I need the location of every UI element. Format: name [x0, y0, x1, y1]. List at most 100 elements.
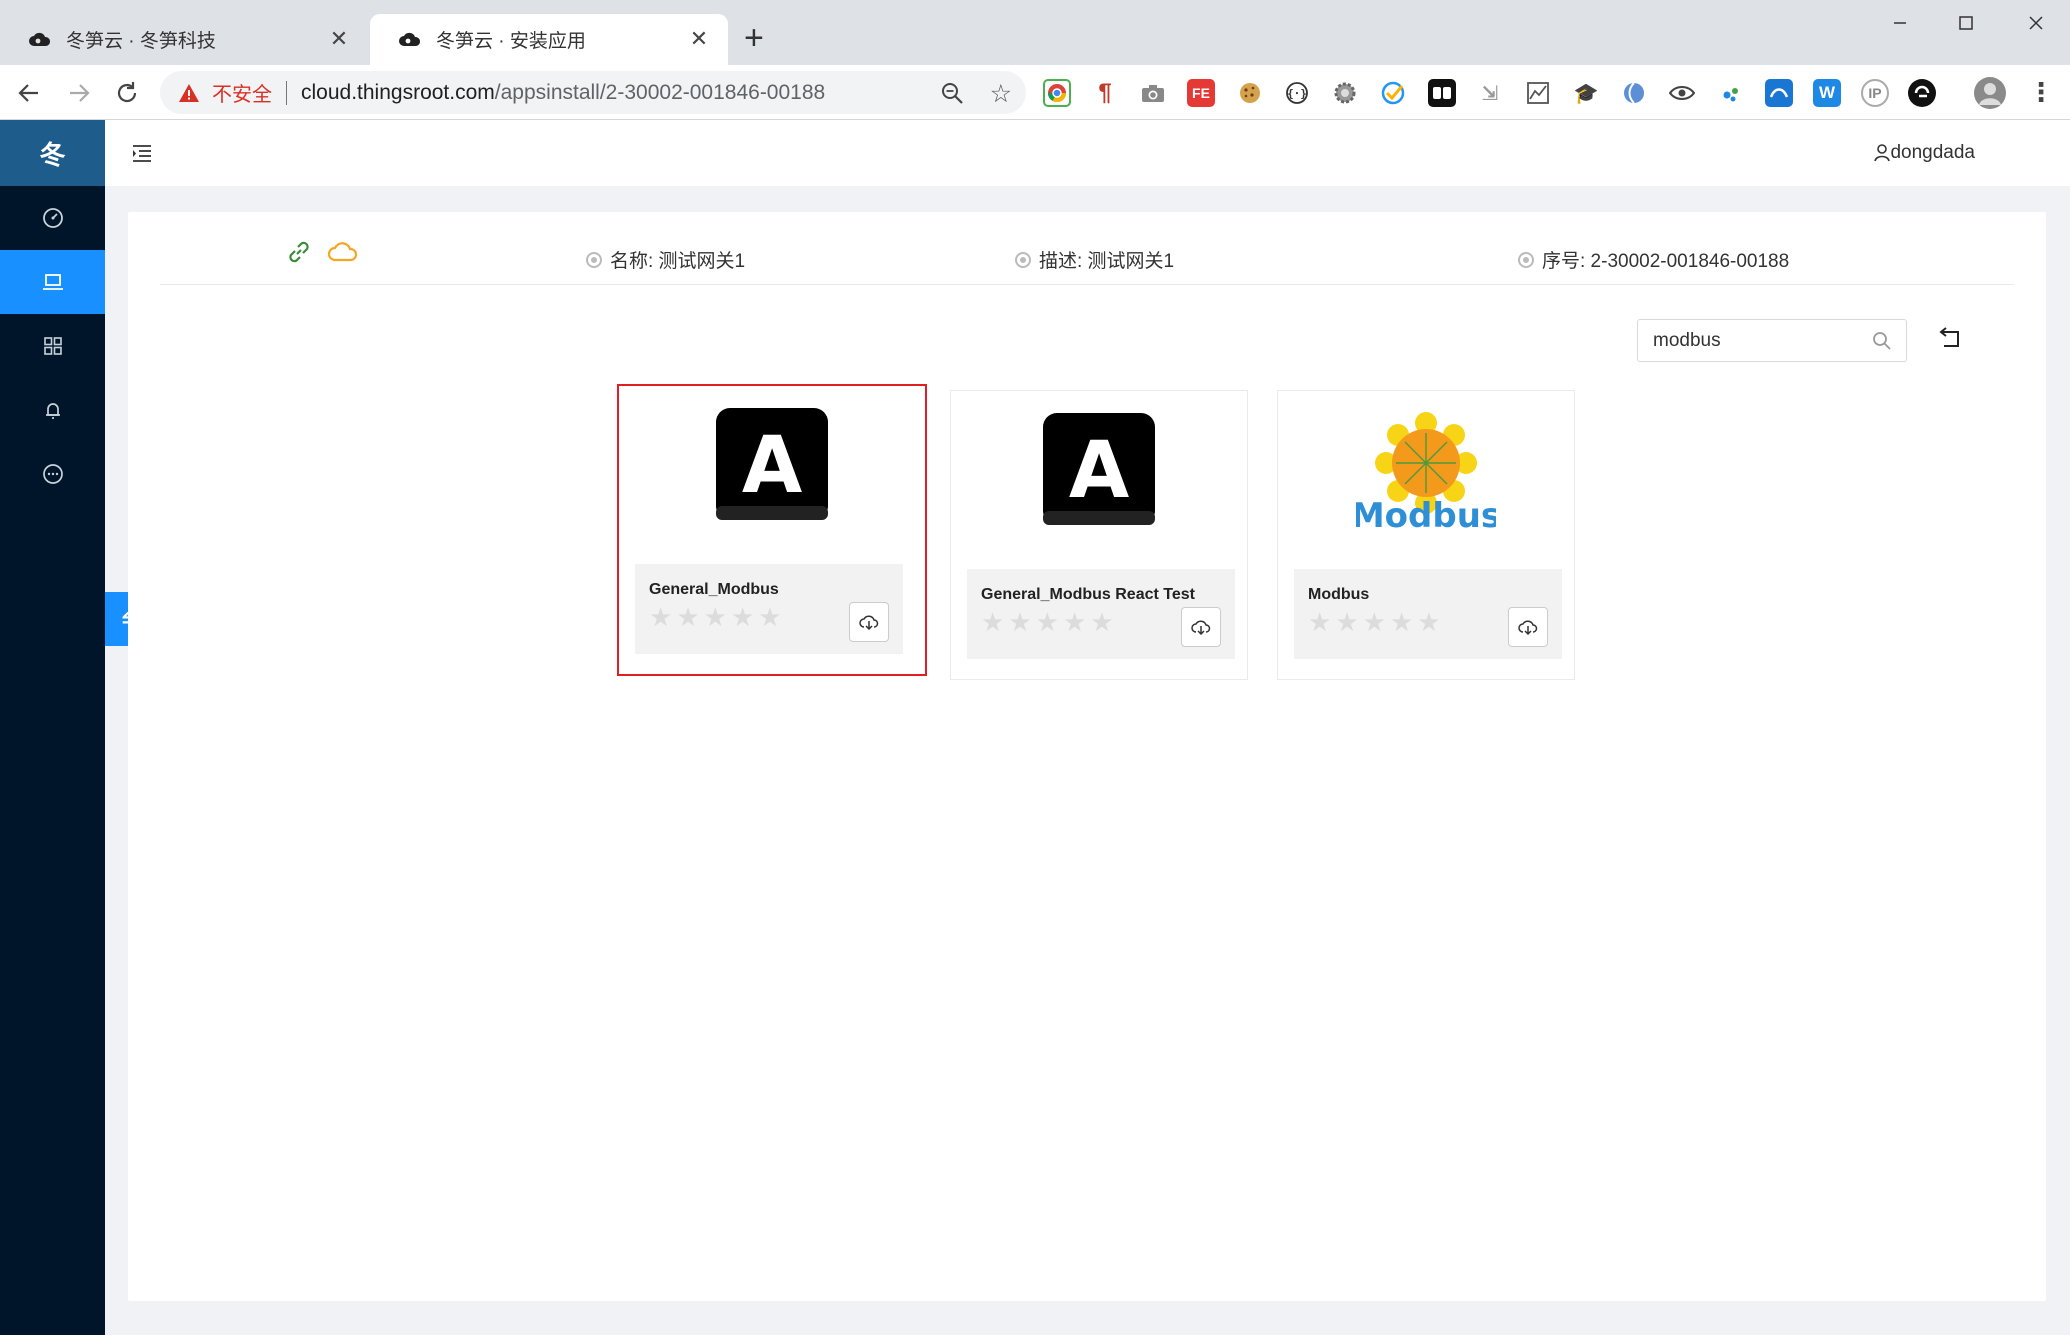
username: dongdada — [1890, 142, 1975, 163]
search-input[interactable] — [1653, 329, 1853, 352]
sidebar-item-messages[interactable] — [0, 442, 105, 506]
app-root: 冬 ⇋ dongdada — [0, 120, 2070, 1335]
cloud-favicon-icon — [29, 32, 51, 46]
back-rollback-icon[interactable] — [1936, 324, 1966, 354]
gateway-name: 名称: 测试网关1 — [586, 246, 745, 273]
svg-text:{·}: {·} — [1287, 87, 1307, 100]
menu-fold-icon[interactable] — [131, 142, 153, 164]
extension-eye-icon[interactable] — [1668, 79, 1696, 107]
gateway-info-bar: 名称: 测试网关1 描述: 测试网关1 序号: 2-30002-001846-0… — [160, 212, 2014, 285]
tab-close-icon[interactable]: ✕ — [326, 26, 352, 52]
bookmark-star-icon[interactable]: ☆ — [990, 79, 1012, 109]
extension-circle-icon[interactable] — [1908, 79, 1936, 107]
app-card-footer: Modbus ★ ★ ★ ★ ★ — [1294, 569, 1562, 659]
sidebar-item-gateways[interactable] — [0, 250, 105, 314]
app-name: General_Modbus — [649, 581, 779, 598]
extension-cursor-icon[interactable]: ⇲ — [1476, 79, 1504, 107]
install-button[interactable] — [1181, 607, 1221, 647]
tab-title: 冬笋云 · 冬笋科技 — [66, 31, 216, 52]
sidebar-item-alerts[interactable] — [0, 378, 105, 442]
gateway-description: 描述: 测试网关1 — [1015, 246, 1174, 273]
app-card[interactable]: Modbus Modbus ★ ★ ★ ★ ★ — [1277, 390, 1575, 680]
extension-chart-icon[interactable] — [1524, 79, 1552, 107]
cloud-favicon-icon — [399, 32, 421, 46]
extension-globe-icon[interactable] — [1620, 79, 1648, 107]
tab-close-icon[interactable]: ✕ — [686, 26, 712, 52]
dashboard-icon — [42, 208, 63, 228]
extension-dual-box-icon[interactable] — [1428, 79, 1456, 107]
divider — [286, 80, 287, 105]
main-content: 名称: 测试网关1 描述: 测试网关1 序号: 2-30002-001846-0… — [128, 212, 2046, 1301]
app-card-footer: General_Modbus ★ ★ ★ ★ ★ — [635, 564, 903, 654]
app-card-footer: General_Modbus React Test ★ ★ ★ ★ ★ — [967, 569, 1235, 659]
address-bar[interactable]: 不安全 cloud.thingsroot.com /appsinstall/2-… — [160, 71, 1026, 114]
extension-cookie-icon[interactable] — [1236, 79, 1264, 107]
close-window-icon[interactable] — [2016, 8, 2056, 38]
profile-avatar[interactable] — [1974, 77, 2006, 109]
extension-gear-icon[interactable] — [1331, 79, 1359, 107]
app-card[interactable]: A General_Modbus ★ ★ ★ ★ ★ — [617, 384, 927, 676]
laptop-icon — [42, 274, 63, 290]
extension-check-icon[interactable] — [1379, 79, 1407, 107]
gateway-status-icons — [285, 238, 359, 266]
browser-toolbar: 不安全 cloud.thingsroot.com /appsinstall/2-… — [0, 65, 2070, 120]
back-arrow-icon[interactable] — [12, 76, 46, 110]
extension-braces-icon[interactable]: {·} — [1283, 79, 1311, 107]
star-icon: ★ — [649, 602, 673, 632]
reload-icon[interactable] — [110, 76, 144, 110]
extension-chrome-icon[interactable] — [1043, 79, 1071, 107]
bell-icon — [45, 403, 60, 419]
app-card[interactable]: A General_Modbus React Test ★ ★ ★ ★ ★ — [950, 390, 1248, 680]
search-icon[interactable] — [1872, 331, 1892, 351]
sidebar-item-dashboard[interactable] — [0, 186, 105, 250]
star-icon: ★ — [1062, 607, 1087, 637]
gateway-description-text: 描述: 测试网关1 — [1039, 251, 1175, 272]
install-button[interactable] — [1508, 607, 1548, 647]
extension-ip-icon[interactable]: IP — [1861, 79, 1889, 107]
app-logo-letter: A — [1069, 426, 1129, 516]
star-icon: ★ — [1389, 607, 1414, 637]
minimize-window-icon[interactable] — [1880, 8, 1920, 38]
extension-wave-icon[interactable] — [1765, 79, 1793, 107]
cloud-download-icon — [1191, 620, 1211, 636]
app-search — [1637, 319, 1907, 362]
extension-graduation-icon[interactable]: 🎓 — [1572, 79, 1600, 107]
star-icon: ★ — [1090, 607, 1114, 637]
browser-tab-1[interactable]: 冬笋云 · 冬笋科技 ✕ — [0, 14, 368, 65]
star-icon: ★ — [703, 602, 727, 632]
rating-stars: ★ ★ ★ ★ ★ — [1308, 609, 1441, 635]
install-button[interactable] — [849, 602, 889, 642]
rating-stars: ★ ★ ★ ★ ★ — [649, 604, 782, 630]
user-menu[interactable]: dongdada — [1874, 142, 1975, 164]
app-logo[interactable]: 冬 — [0, 120, 105, 186]
zoom-icon[interactable] — [940, 81, 964, 105]
forward-arrow-icon[interactable] — [62, 76, 96, 110]
message-icon — [42, 464, 63, 484]
url-host: cloud.thingsroot.com — [301, 80, 495, 104]
extension-camera-icon[interactable] — [1139, 79, 1167, 107]
extension-pilcrow-icon[interactable]: ¶ — [1091, 79, 1119, 107]
warning-icon — [179, 83, 199, 102]
bullet-icon — [1015, 251, 1031, 268]
star-icon: ★ — [730, 602, 755, 632]
browser-tab-2[interactable]: 冬笋云 · 安装应用 ✕ — [370, 14, 728, 65]
cloud-download-icon — [1518, 620, 1538, 636]
extension-dots-icon[interactable] — [1717, 79, 1745, 107]
new-tab-button[interactable]: + — [744, 20, 764, 56]
security-status[interactable]: 不安全 — [212, 78, 272, 107]
gateway-name-text: 名称: 测试网关1 — [610, 251, 746, 272]
gateway-serial-text: 序号: 2-30002-001846-00188 — [1542, 251, 1790, 272]
app-logo-a-icon: A — [716, 408, 828, 520]
sidebar: 冬 — [0, 120, 105, 1335]
cloud-download-icon — [859, 615, 879, 631]
gateway-serial: 序号: 2-30002-001846-00188 — [1518, 246, 1789, 273]
extension-w-icon[interactable]: W — [1813, 79, 1841, 107]
app-name: Modbus — [1308, 586, 1370, 603]
extension-fe-icon[interactable]: FE — [1187, 79, 1215, 107]
app-logo-letter: A — [742, 421, 802, 511]
url-path: /appsinstall/2-30002-001846-00188 — [494, 80, 826, 104]
browser-menu-icon[interactable]: ⋮ — [2028, 79, 2054, 105]
maximize-window-icon[interactable] — [1946, 8, 1986, 38]
tab-title: 冬笋云 · 安装应用 — [436, 31, 586, 52]
sidebar-item-apps[interactable] — [0, 314, 105, 378]
